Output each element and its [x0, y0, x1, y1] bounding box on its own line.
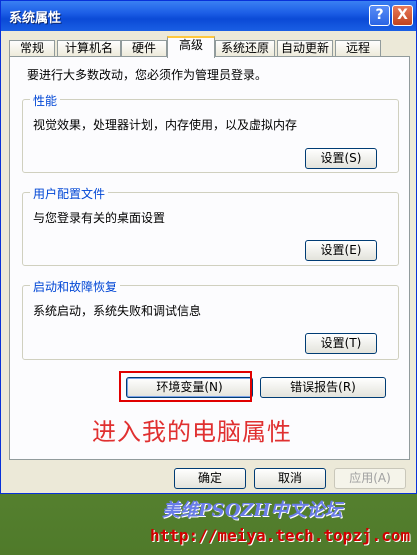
error-reporting-button[interactable]: 错误报告(R) — [260, 377, 386, 398]
admin-notice: 要进行大多数改动，您必须作为管理员登录。 — [27, 68, 268, 82]
window-title: 系统属性 — [9, 11, 62, 26]
performance-group: 性能 视觉效果，处理器计划，内存使用，以及虚拟内存 设置(S) — [22, 92, 399, 173]
watermark-brand: 美维PSQZH中文论坛 — [162, 500, 343, 521]
apply-button[interactable]: 应用(A) — [334, 468, 406, 489]
close-button[interactable]: X — [392, 5, 413, 26]
watermark-url: http://meiya.tech.topzj.com — [150, 526, 411, 545]
cancel-button[interactable]: 取消 — [254, 468, 326, 489]
user-profiles-description: 与您登录有关的桌面设置 — [33, 211, 166, 225]
startup-recovery-group-title: 启动和故障恢复 — [30, 278, 121, 295]
performance-settings-button[interactable]: 设置(S) — [305, 148, 377, 169]
performance-group-title: 性能 — [30, 92, 61, 109]
tab-computer-name[interactable]: 计算机名 — [57, 40, 121, 57]
annotation-text: 进入我的电脑属性 — [92, 418, 292, 446]
user-profiles-settings-button[interactable]: 设置(E) — [305, 240, 377, 261]
tab-hardware[interactable]: 硬件 — [121, 40, 167, 57]
user-profiles-group: 用户配置文件 与您登录有关的桌面设置 设置(E) — [22, 185, 399, 266]
startup-recovery-group: 启动和故障恢复 系统启动，系统失败和调试信息 设置(T) — [22, 278, 399, 360]
tab-advanced[interactable]: 高级 — [167, 36, 215, 58]
performance-description: 视觉效果，处理器计划，内存使用，以及虚拟内存 — [33, 118, 298, 132]
ok-button[interactable]: 确定 — [174, 468, 246, 489]
highlight-box — [119, 371, 252, 402]
user-profiles-group-title: 用户配置文件 — [30, 185, 109, 202]
tab-general[interactable]: 常规 — [9, 40, 55, 57]
startup-recovery-settings-button[interactable]: 设置(T) — [305, 333, 377, 354]
title-bar[interactable]: 系统属性 ? X — [1, 1, 416, 31]
tab-system-restore[interactable]: 系统还原 — [215, 40, 275, 57]
tab-automatic-updates[interactable]: 自动更新 — [277, 40, 333, 57]
tab-remote[interactable]: 远程 — [335, 40, 381, 57]
startup-recovery-description: 系统启动，系统失败和调试信息 — [33, 304, 202, 318]
help-button[interactable]: ? — [369, 5, 390, 26]
